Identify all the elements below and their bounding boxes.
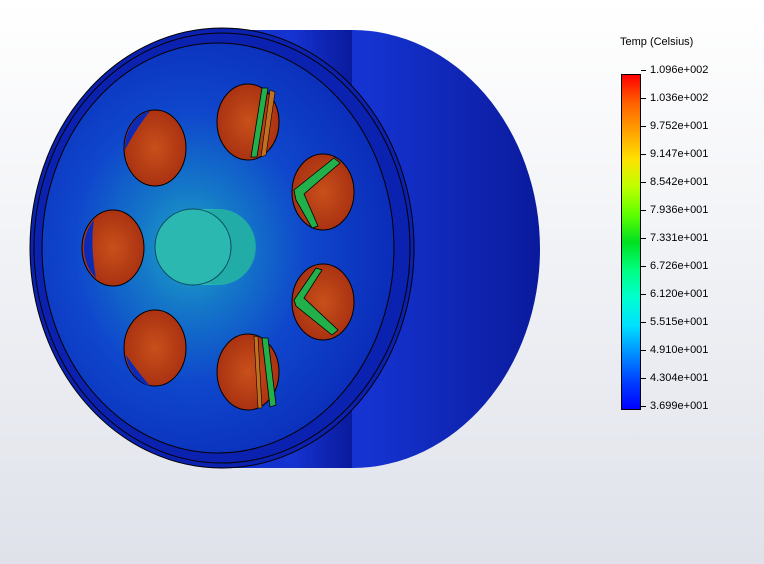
legend-tick: [641, 154, 646, 155]
legend-label: 7.936e+001: [650, 204, 709, 216]
hole-3: [291, 153, 355, 231]
hole-2: [216, 83, 280, 161]
legend-tick: [641, 182, 646, 183]
legend-tick: [641, 350, 646, 351]
legend-tick: [641, 406, 646, 407]
legend-color-bar: [621, 74, 641, 410]
center-boss: [154, 208, 256, 286]
legend-label: 1.036e+002: [650, 92, 709, 104]
hole-7: [216, 333, 280, 411]
hole-1: [123, 109, 187, 187]
legend-title: Temp (Celsius): [620, 36, 694, 48]
legend-label: 6.726e+001: [650, 260, 709, 272]
legend-tick: [641, 70, 646, 71]
legend-label: 4.910e+001: [650, 344, 709, 356]
legend-label: 9.752e+001: [650, 120, 709, 132]
legend-label: 5.515e+001: [650, 316, 709, 328]
legend-tick: [641, 238, 646, 239]
legend-tick: [641, 322, 646, 323]
legend-tick: [641, 210, 646, 211]
legend-tick: [641, 378, 646, 379]
legend-tick: [641, 266, 646, 267]
legend-tick: [641, 294, 646, 295]
hole-4: [81, 209, 145, 287]
hole-6: [123, 309, 187, 387]
legend-label: 9.147e+001: [650, 148, 709, 160]
legend-label: 7.331e+001: [650, 232, 709, 244]
legend-label: 3.699e+001: [650, 400, 709, 412]
legend-label: 1.096e+002: [650, 64, 709, 76]
legend-tick: [641, 98, 646, 99]
thermal-simulation-viewport[interactable]: [0, 0, 764, 564]
legend-tick: [641, 126, 646, 127]
legend-label: 8.542e+001: [650, 176, 709, 188]
hole-5: [291, 263, 355, 341]
legend-label: 6.120e+001: [650, 288, 709, 300]
legend-label: 4.304e+001: [650, 372, 709, 384]
